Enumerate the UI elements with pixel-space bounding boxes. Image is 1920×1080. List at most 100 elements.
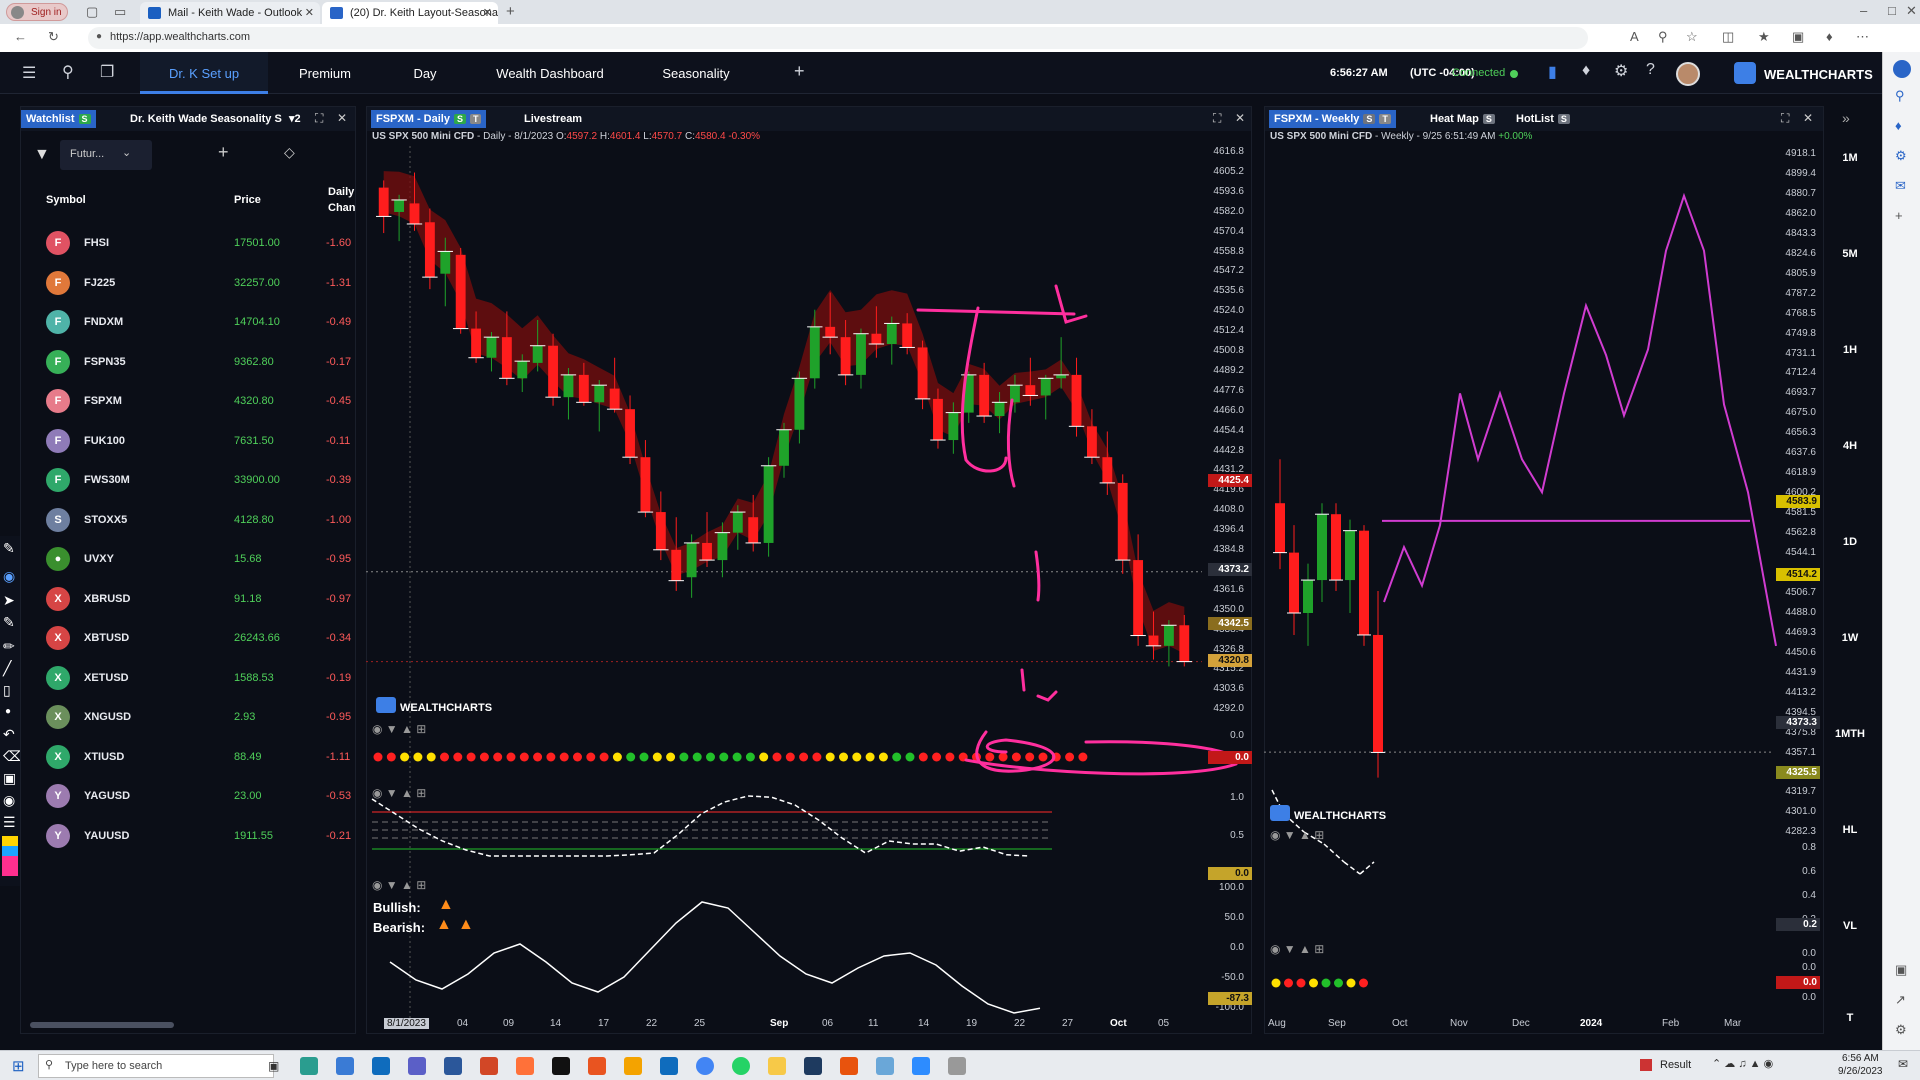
- zoom-icon[interactable]: [912, 1057, 930, 1075]
- watchlist-row[interactable]: F FWS30M 33900.00 -0.39: [34, 463, 354, 497]
- split-screen-icon[interactable]: ◫: [1722, 29, 1734, 45]
- minimize-icon[interactable]: –: [1860, 3, 1867, 18]
- taskbar-app-icon[interactable]: [336, 1057, 354, 1075]
- watchlist-row[interactable]: S STOXX5 4128.80 -1.00: [34, 503, 354, 537]
- taskbar-search-input[interactable]: ⚲ Type here to search: [38, 1054, 274, 1078]
- add-tab-button[interactable]: +: [794, 61, 805, 82]
- chrome-icon[interactable]: [696, 1057, 714, 1075]
- brush-icon[interactable]: ✎: [3, 614, 15, 631]
- powerpoint-icon[interactable]: [480, 1057, 498, 1075]
- back-icon[interactable]: ←: [14, 29, 27, 44]
- watchlist-row[interactable]: Y YAUUSD 1911.55 -0.21: [34, 819, 354, 853]
- menu-lines-icon[interactable]: ☰: [3, 814, 16, 831]
- watchlist-row[interactable]: F FSPN35 9362.80 -0.17: [34, 345, 354, 379]
- favorite-star-icon[interactable]: ☆: [1686, 29, 1698, 45]
- timeframe-button[interactable]: 5M: [1826, 248, 1874, 260]
- timeframe-button[interactable]: 1MTH: [1826, 728, 1874, 740]
- taskbar-app-icon[interactable]: [948, 1057, 966, 1075]
- tab-count[interactable]: ▾2: [289, 112, 301, 125]
- favorites-icon[interactable]: ★: [1758, 29, 1770, 45]
- screen-icon[interactable]: ▣: [3, 770, 16, 787]
- daily-chart-canvas[interactable]: [366, 146, 1252, 1032]
- highlighter-icon[interactable]: ✏: [3, 638, 15, 655]
- cursor-icon[interactable]: ➤: [3, 592, 15, 609]
- watchlist-row[interactable]: X XBRUSD 91.18 -0.97: [34, 582, 354, 616]
- tab-seasonality-list[interactable]: Dr. Keith Wade Seasonality S: [125, 110, 297, 128]
- watchlist-row[interactable]: F FJ225 32257.00 -1.31: [34, 266, 354, 300]
- watchlist-row[interactable]: X XBTUSD 26243.66 -0.34: [34, 621, 354, 655]
- tools-icon[interactable]: ⚙: [1895, 148, 1907, 164]
- clock-time[interactable]: 6:56 AM: [1842, 1053, 1879, 1064]
- timeframe-button[interactable]: 1D: [1826, 536, 1874, 548]
- close-icon[interactable]: ✕: [1235, 111, 1245, 125]
- search-icon[interactable]: ⚲: [62, 62, 74, 82]
- word-icon[interactable]: [444, 1057, 462, 1075]
- watchlist-row[interactable]: F FNDXM 14704.10 -0.49: [34, 305, 354, 339]
- indicator2-controls[interactable]: ◉ ▼ ▲ ⊞: [372, 786, 452, 802]
- browser-tab-wealthcharts[interactable]: (20) Dr. Keith Layout-Seasonal - · ✕: [322, 2, 498, 24]
- indicator3-controls[interactable]: ◉ ▼ ▲ ⊞: [372, 878, 452, 894]
- camera-icon[interactable]: ◉: [3, 792, 15, 809]
- close-icon[interactable]: ✕: [483, 6, 492, 19]
- url-input[interactable]: ● https://app.wealthcharts.com: [88, 27, 1588, 49]
- col-header-price[interactable]: Price: [234, 194, 261, 206]
- tray-icons[interactable]: ⌃ ☁ ♫ ▲ ◉: [1712, 1057, 1773, 1070]
- search-icon[interactable]: ⚲: [1895, 88, 1905, 104]
- horizontal-scrollbar[interactable]: [30, 1022, 174, 1028]
- tab-hotlist[interactable]: HotList S: [1511, 110, 1575, 128]
- expand-icon[interactable]: ⛶: [1213, 111, 1221, 126]
- filter-icon[interactable]: ▼: [34, 146, 50, 164]
- watchlist-row[interactable]: Y YAGUSD 23.00 -0.53: [34, 779, 354, 813]
- expand-icon[interactable]: ⛶: [315, 111, 323, 126]
- zoom-icon[interactable]: ⚲: [1658, 29, 1668, 45]
- refresh-icon[interactable]: ↻: [48, 29, 59, 45]
- indicator1-controls[interactable]: ◉ ▼ ▲ ⊞: [372, 722, 452, 738]
- timeframe-button[interactable]: HL: [1826, 824, 1874, 836]
- tab-heat-map[interactable]: Heat Map S: [1425, 110, 1500, 128]
- tab-day[interactable]: Day: [384, 52, 466, 94]
- teams-icon[interactable]: [408, 1057, 426, 1075]
- taskbar-app-icon[interactable]: [624, 1057, 642, 1075]
- whatsapp-icon[interactable]: [732, 1057, 750, 1075]
- watchlist-row[interactable]: X XTIUSD 88.49 -1.11: [34, 740, 354, 774]
- external-link-icon[interactable]: ↗: [1895, 992, 1906, 1008]
- edge-icon[interactable]: [300, 1057, 318, 1075]
- eraser-icon[interactable]: ▯: [3, 682, 11, 699]
- clock-date[interactable]: 9/26/2023: [1838, 1066, 1883, 1077]
- read-aloud-icon[interactable]: A: [1630, 29, 1639, 44]
- outlook-icon[interactable]: ✉: [1895, 178, 1906, 194]
- watchlist-row[interactable]: F FSPXM 4320.80 -0.45: [34, 384, 354, 418]
- color-swatch-blue[interactable]: [2, 846, 18, 856]
- shopping-icon[interactable]: ♦: [1895, 118, 1902, 133]
- collections-icon[interactable]: ▣: [1792, 29, 1804, 45]
- eraser-icon[interactable]: ◇: [284, 144, 295, 161]
- tab-seasonality[interactable]: Seasonality: [640, 52, 752, 94]
- workspaces-icon[interactable]: ▢: [86, 4, 98, 20]
- close-icon[interactable]: ✕: [305, 6, 314, 19]
- weekly-indicator-controls[interactable]: ◉ ▼ ▲ ⊞: [1270, 828, 1350, 844]
- undo-icon[interactable]: ↶: [3, 726, 15, 743]
- weekly-indicator2-controls[interactable]: ◉ ▼ ▲ ⊞: [1270, 942, 1350, 958]
- browser-tab-outlook[interactable]: Mail - Keith Wade - Outlook ✕: [140, 2, 320, 24]
- taskbar-app-icon[interactable]: [552, 1057, 570, 1075]
- taskbar-app-icon[interactable]: [804, 1057, 822, 1075]
- timeframe-button[interactable]: 4H: [1826, 440, 1874, 452]
- avatar[interactable]: [1676, 62, 1700, 86]
- settings-gear-icon[interactable]: ⚙: [1895, 1022, 1907, 1038]
- tab-premium[interactable]: Premium: [282, 52, 368, 94]
- taskbar-app-icon[interactable]: [588, 1057, 606, 1075]
- taskbar-app-icon[interactable]: [840, 1057, 858, 1075]
- windows-start-icon[interactable]: ⊞: [12, 1057, 25, 1075]
- weekly-chart-canvas[interactable]: [1264, 146, 1824, 1032]
- menu-icon[interactable]: ☰: [22, 63, 36, 83]
- timeframe-button[interactable]: T: [1826, 1012, 1874, 1024]
- layouts-icon[interactable]: ❐: [100, 62, 114, 82]
- settings-gear-icon[interactable]: ⚙: [1614, 61, 1628, 81]
- close-icon[interactable]: ✕: [1803, 111, 1813, 125]
- indicator-settings-icons[interactable]: ◉ ▼ ▲ ⊞: [1270, 828, 1324, 842]
- tab-fspxm-daily[interactable]: FSPXM - Daily S T: [371, 110, 487, 128]
- dot-icon[interactable]: ●: [5, 706, 11, 717]
- firefox-icon[interactable]: [516, 1057, 534, 1075]
- indicator-settings-icons[interactable]: ◉ ▼ ▲ ⊞: [372, 786, 426, 800]
- pen-icon[interactable]: ✎: [3, 540, 15, 557]
